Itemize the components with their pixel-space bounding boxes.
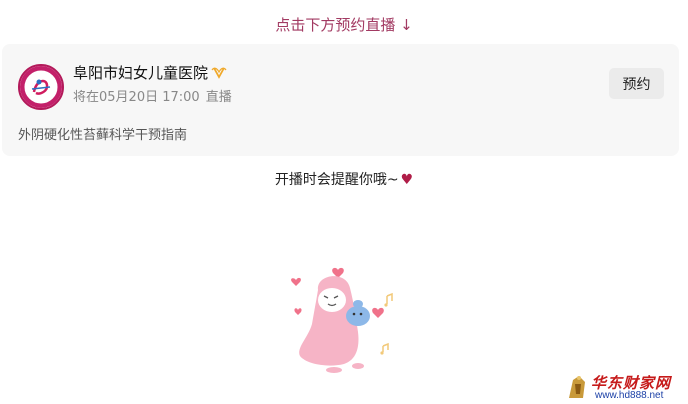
- reserve-button[interactable]: 预约: [609, 68, 664, 99]
- account-name-row[interactable]: 阜阳市妇女儿童医院: [73, 62, 227, 83]
- live-title: 外阴硬化性苔藓科学干预指南: [18, 128, 188, 143]
- watermark-url: www.hd888.net: [595, 390, 664, 401]
- reserve-hint: 点击下方预约直播 ↓: [275, 16, 413, 34]
- hospital-logo[interactable]: [18, 64, 64, 110]
- verified-badge-icon: [211, 66, 227, 80]
- mascot-illustration: [286, 252, 406, 380]
- reminder-text: 开播时会提醒你哦~: [274, 172, 399, 188]
- live-reservation-card: 阜阳市妇女儿童医院 将在05月20日 17:00 直播 预约 外阴硬化性苔藓科学干…: [2, 44, 679, 156]
- schedule-time: 将在05月20日 17:00: [73, 90, 200, 105]
- schedule-suffix: 直播: [205, 90, 232, 105]
- watermark-logo-icon: [569, 376, 585, 398]
- account-name[interactable]: 阜阳市妇女儿童医院: [73, 62, 208, 83]
- heart-icon: ♥: [400, 172, 414, 188]
- site-watermark: 华东财家网 www.hd888.net: [565, 372, 686, 402]
- live-schedule: 将在05月20日 17:00 直播: [73, 86, 232, 105]
- reminder-message: 开播时会提醒你哦~ ♥: [0, 169, 688, 189]
